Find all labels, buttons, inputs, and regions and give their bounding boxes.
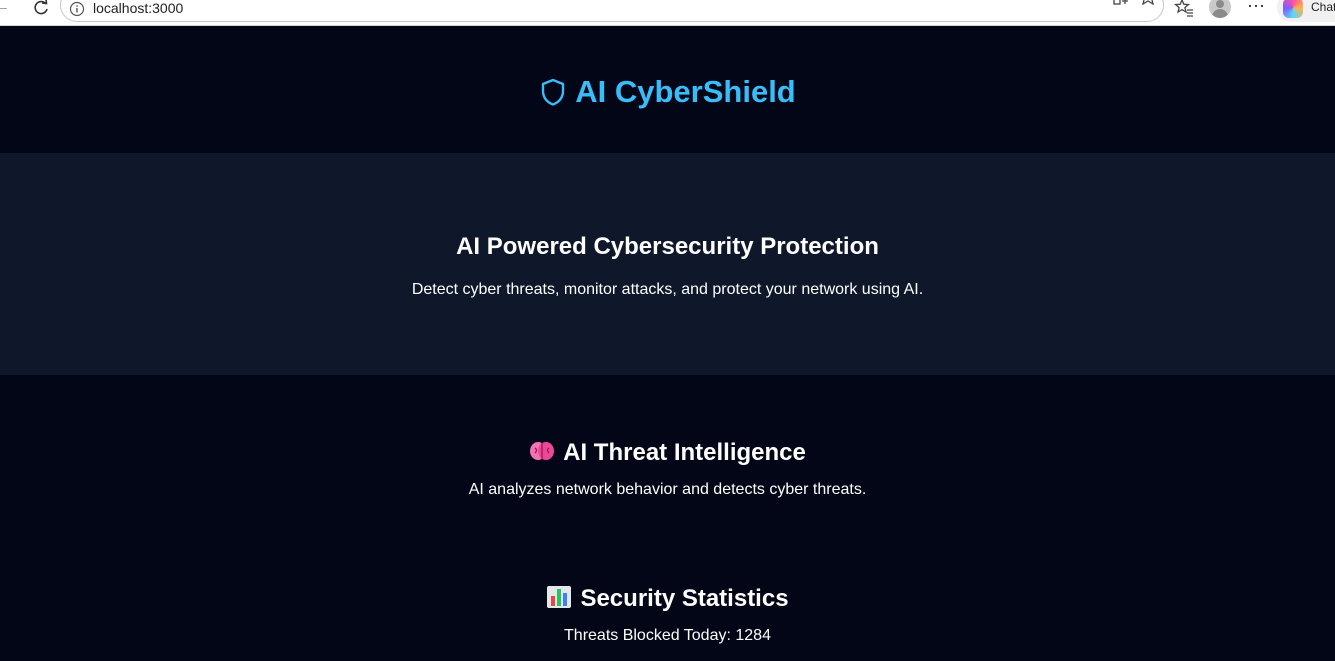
security-statistics-section: Security Statistics Threats Blocked Toda… bbox=[0, 584, 1335, 646]
address-bar[interactable]: localhost:3000 bbox=[60, 0, 1164, 22]
favorites-list-icon[interactable] bbox=[1173, 0, 1195, 18]
hero-subtitle: Detect cyber threats, monitor attacks, a… bbox=[411, 281, 924, 298]
bar-chart-icon bbox=[547, 586, 572, 608]
threat-intelligence-section: AI Threat Intelligence AI analyzes netwo… bbox=[0, 438, 1335, 500]
chat-label: Chat bbox=[1311, 0, 1335, 14]
favorite-star-icon[interactable] bbox=[1138, 0, 1158, 7]
back-icon[interactable]: ← bbox=[0, 0, 10, 16]
more-options-icon[interactable]: ⋯ bbox=[1247, 0, 1266, 17]
threat-intelligence-text: AI analyzes network behavior and detects… bbox=[468, 481, 867, 498]
brand-name: AI CyberShield bbox=[575, 74, 796, 109]
profile-avatar[interactable] bbox=[1209, 0, 1231, 18]
page: AI CyberShield AI Powered Cybersecurity … bbox=[0, 27, 1335, 661]
security-statistics-heading: Security Statistics bbox=[580, 585, 789, 612]
threats-blocked-text: Threats Blocked Today: 1284 bbox=[564, 627, 771, 644]
app-install-icon[interactable] bbox=[1111, 0, 1131, 7]
hero-section: AI Powered Cybersecurity Protection Dete… bbox=[0, 153, 1335, 375]
hero-title: AI Powered Cybersecurity Protection bbox=[456, 233, 879, 260]
copilot-icon bbox=[1283, 0, 1303, 18]
brain-icon bbox=[530, 442, 555, 460]
browser-toolbar: ← localhost:3000 ⋯ Chat bbox=[0, 0, 1335, 26]
copilot-chat-button[interactable]: Chat bbox=[1277, 0, 1335, 22]
threat-intelligence-title: AI Threat Intelligence bbox=[0, 438, 1335, 468]
reload-icon[interactable] bbox=[31, 0, 51, 18]
info-icon[interactable] bbox=[69, 1, 85, 17]
threat-intelligence-heading: AI Threat Intelligence bbox=[563, 439, 806, 466]
url-text[interactable]: localhost:3000 bbox=[93, 0, 183, 16]
security-statistics-title: Security Statistics bbox=[0, 584, 1335, 614]
site-header: AI CyberShield bbox=[0, 27, 1335, 153]
shield-icon bbox=[542, 78, 565, 106]
brand-title: AI CyberShield bbox=[0, 72, 1335, 112]
